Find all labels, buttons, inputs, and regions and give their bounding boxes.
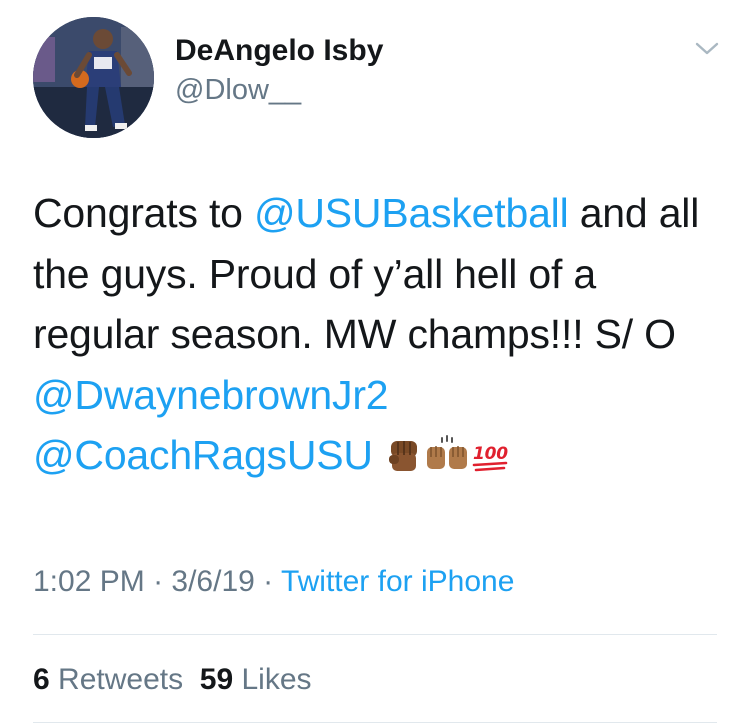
tweet-text: Congrats to @USUBasketball and all the g… xyxy=(33,183,733,492)
retweets-count: 6 xyxy=(33,663,50,696)
fist-icon xyxy=(384,431,424,492)
tweet-stats: 6 Retweets 59 Likes xyxy=(33,660,312,700)
tweet-time[interactable]: 1:02 PM xyxy=(33,565,145,598)
svg-text:100: 100 xyxy=(473,444,508,464)
raised-hands-icon xyxy=(424,431,470,492)
meta-separator: · xyxy=(144,565,172,598)
chevron-down-icon[interactable] xyxy=(694,40,720,58)
likes-label: Likes xyxy=(241,663,312,696)
likes-stat[interactable]: 59 Likes xyxy=(200,663,312,696)
mention-link[interactable]: @USUBasketball xyxy=(254,190,569,236)
tweet-date[interactable]: 3/6/19 xyxy=(171,565,254,598)
avatar[interactable] xyxy=(33,17,154,138)
tweet-meta: 1:02 PM · 3/6/19 · Twitter for iPhone xyxy=(33,562,514,602)
tweet-text-part: Congrats to xyxy=(33,190,254,236)
mention-link[interactable]: @DwaynebrownJr2 xyxy=(33,372,389,418)
tweet-source-link[interactable]: Twitter for iPhone xyxy=(281,565,514,598)
meta-separator: · xyxy=(254,565,281,598)
divider xyxy=(33,722,717,723)
likes-count: 59 xyxy=(199,663,234,696)
user-handle[interactable]: @Dlow__ xyxy=(175,73,301,107)
avatar-photo xyxy=(33,17,154,138)
mention-link[interactable]: @CoachRagsUSU xyxy=(33,432,373,478)
user-name[interactable]: DeAngelo Isby xyxy=(175,33,383,69)
retweets-stat[interactable]: 6 Retweets xyxy=(33,663,183,696)
hundred-points-icon: 100 xyxy=(470,431,510,492)
retweets-label: Retweets xyxy=(58,663,184,696)
divider xyxy=(33,634,717,635)
